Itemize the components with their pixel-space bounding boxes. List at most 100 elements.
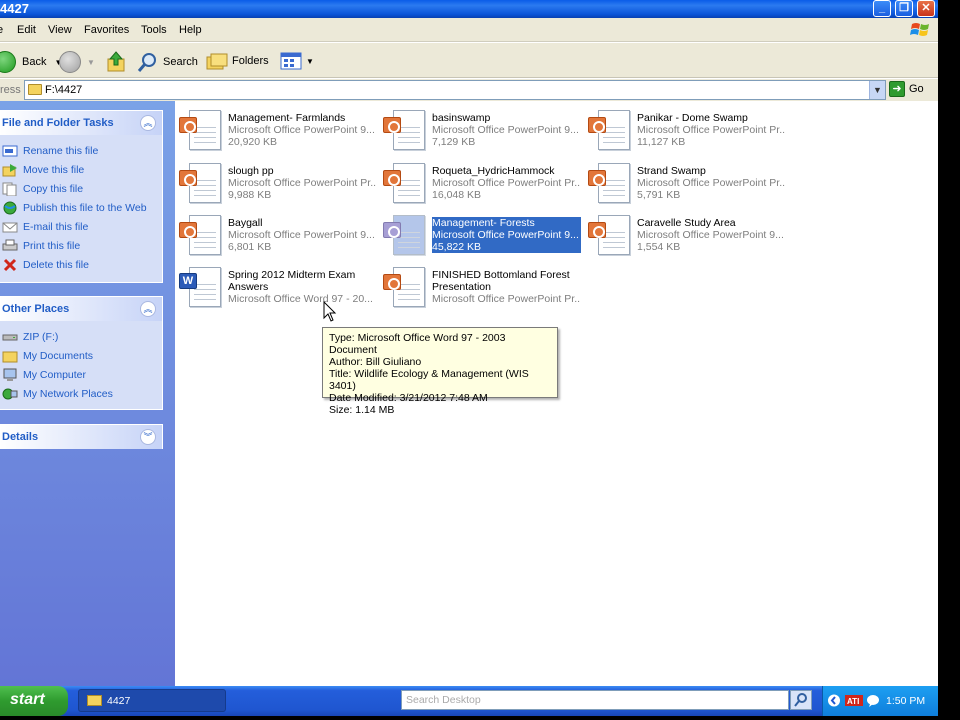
search-icon <box>794 693 807 707</box>
file-type: Microsoft Office PowerPoint Pr... <box>637 177 785 189</box>
forward-button[interactable]: ▼ <box>59 51 95 73</box>
place-my-computer[interactable]: My Computer <box>0 365 162 384</box>
folder-icon <box>2 351 18 362</box>
search-button[interactable]: Search <box>137 51 198 73</box>
svg-text:ATI: ATI <box>847 697 859 706</box>
file-name: basinswamp <box>432 112 491 124</box>
delete-icon <box>3 258 17 271</box>
ati-icon[interactable]: ATI <box>845 694 863 707</box>
desktop-search-input[interactable]: Search Desktop <box>401 690 789 710</box>
file-size: 11,127 KB <box>637 136 686 148</box>
file-name: Caravelle Study Area <box>637 217 736 229</box>
speech-bubble-icon[interactable] <box>866 694 880 707</box>
taskbar-window-button[interactable]: 4427 <box>78 689 226 712</box>
up-folder-button[interactable] <box>106 51 126 73</box>
file-item[interactable]: Baygall Microsoft Office PowerPoint 9...… <box>175 209 375 257</box>
file-type: Microsoft Office PowerPoint 9... <box>228 229 375 241</box>
menu-help[interactable]: Help <box>179 24 202 36</box>
task-email[interactable]: E-mail this file <box>0 217 162 236</box>
taskbar-window-label: 4427 <box>107 695 131 707</box>
place-zip-drive[interactable]: ZIP (F:) <box>0 327 162 346</box>
chevron-down-icon[interactable]: ▼ <box>869 81 885 99</box>
back-button[interactable]: Back ▼ <box>0 51 62 73</box>
panel-header[interactable]: Details ︾ <box>0 425 162 449</box>
desktop-search-button[interactable] <box>790 690 812 710</box>
panel-title: Other Places <box>2 303 70 315</box>
file-item[interactable]: W Spring 2012 Midterm Exam Answers Micro… <box>175 261 375 309</box>
powerpoint-file-icon <box>383 110 427 150</box>
file-size: 6,801 KB <box>228 241 272 253</box>
file-item[interactable]: Strand Swamp Microsoft Office PowerPoint… <box>584 157 785 205</box>
panel-title: Details <box>2 431 39 443</box>
maximize-button[interactable]: ❐ <box>895 0 913 17</box>
title-bar[interactable]: 4427 _ ❐ ✕ <box>0 0 938 18</box>
task-pane: File and Folder Tasks ︽ Rename this file… <box>0 101 175 686</box>
task-rename[interactable]: Rename this file <box>0 141 162 160</box>
views-icon <box>280 52 302 70</box>
task-copy[interactable]: Copy this file <box>0 179 162 198</box>
file-item[interactable]: basinswamp Microsoft Office PowerPoint 9… <box>379 104 579 152</box>
windows-logo-icon <box>910 23 929 36</box>
panel-header[interactable]: Other Places ︽ <box>0 297 162 321</box>
menu-view[interactable]: View <box>48 24 72 36</box>
file-item[interactable]: Panikar - Dome Swamp Microsoft Office Po… <box>584 104 785 152</box>
file-item[interactable]: Roqueta_HydricHammock Microsoft Office P… <box>379 157 580 205</box>
task-label: Publish this file to the Web <box>23 201 147 214</box>
folder-icon <box>87 695 102 706</box>
file-name: FINISHED Bottomland Forest Presentation <box>432 269 570 293</box>
email-icon <box>2 222 18 232</box>
start-label: start <box>10 691 45 708</box>
task-label: Move this file <box>23 163 85 176</box>
powerpoint-file-icon <box>588 215 632 255</box>
task-delete[interactable]: Delete this file <box>0 255 162 274</box>
file-item-selected[interactable]: Management- Forests Microsoft Office Pow… <box>379 209 581 257</box>
start-button[interactable]: start <box>0 686 68 716</box>
task-move[interactable]: Move this file <box>0 160 162 179</box>
drive-icon <box>2 334 18 340</box>
menu-file[interactable]: e <box>0 24 3 36</box>
expand-icon[interactable]: ︾ <box>140 429 156 445</box>
menu-edit[interactable]: Edit <box>17 24 36 36</box>
file-size: 1,554 KB <box>637 241 681 253</box>
file-name: Baygall <box>228 217 263 229</box>
place-label: My Network Places <box>23 387 113 400</box>
go-label: Go <box>909 83 924 95</box>
show-hidden-icons-icon[interactable] <box>827 694 841 707</box>
panel-header[interactable]: File and Folder Tasks ︽ <box>0 111 162 135</box>
address-field[interactable]: F:\4427 ▼ <box>24 80 886 100</box>
place-network[interactable]: My Network Places <box>0 384 162 403</box>
place-my-documents[interactable]: My Documents <box>0 346 162 365</box>
minimize-button[interactable]: _ <box>873 0 891 17</box>
explorer-window: 4427 _ ❐ ✕ e Edit View Favorites Tools H… <box>0 0 938 686</box>
folders-label: Folders <box>232 55 269 67</box>
file-item[interactable]: Caravelle Study Area Microsoft Office Po… <box>584 209 784 257</box>
address-label: ress <box>0 84 21 96</box>
collapse-icon[interactable]: ︽ <box>140 301 156 317</box>
folders-button[interactable]: Folders <box>206 51 269 71</box>
panel-title: File and Folder Tasks <box>2 117 114 129</box>
move-icon <box>2 163 17 176</box>
clock[interactable]: 1:50 PM <box>886 695 925 707</box>
menu-tools[interactable]: Tools <box>141 24 167 36</box>
file-folder-tasks-panel: File and Folder Tasks ︽ Rename this file… <box>0 110 163 283</box>
collapse-icon[interactable]: ︽ <box>140 115 156 131</box>
file-item[interactable]: FINISHED Bottomland Forest Presentation … <box>379 261 580 309</box>
task-publish[interactable]: Publish this file to the Web <box>0 198 162 217</box>
file-item[interactable]: slough pp Microsoft Office PowerPoint Pr… <box>175 157 376 205</box>
menu-favorites[interactable]: Favorites <box>84 24 129 36</box>
powerpoint-file-icon <box>588 163 632 203</box>
file-name: slough pp <box>228 165 274 177</box>
go-button[interactable]: ➜ Go <box>889 81 924 97</box>
task-label: E-mail this file <box>23 220 89 233</box>
file-type: Microsoft Office PowerPoint 9... <box>637 229 784 241</box>
task-label: Copy this file <box>23 182 84 195</box>
print-icon <box>2 239 18 250</box>
file-name: Management- Farmlands <box>228 112 346 124</box>
close-button[interactable]: ✕ <box>917 0 935 17</box>
file-size: 9,988 KB <box>228 189 272 201</box>
views-button[interactable]: ▼ <box>280 51 314 71</box>
task-print[interactable]: Print this file <box>0 236 162 255</box>
file-size: 45,822 KB <box>432 241 581 253</box>
powerpoint-file-icon <box>179 215 223 255</box>
file-item[interactable]: Management- Farmlands Microsoft Office P… <box>175 104 375 152</box>
